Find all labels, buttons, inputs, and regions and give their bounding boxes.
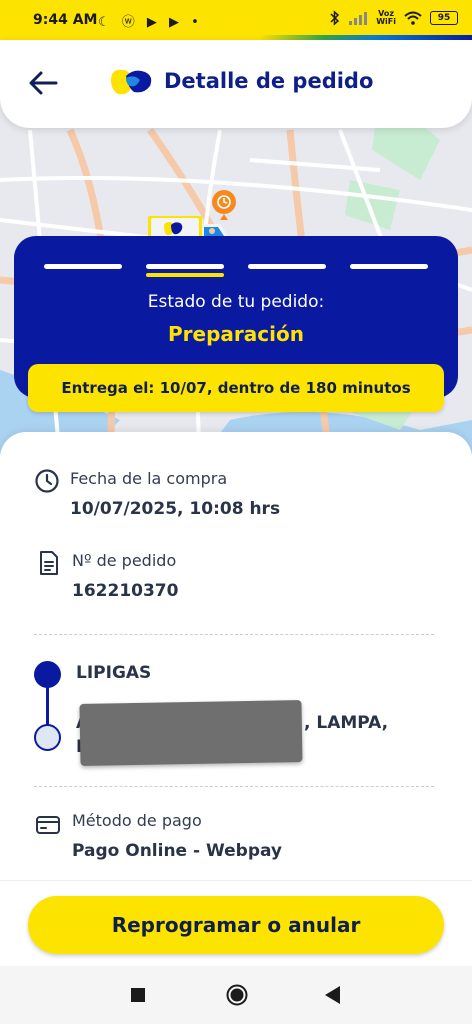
divider-1 [34, 634, 434, 635]
back-nav-icon[interactable] [325, 986, 341, 1004]
origin-dot-icon [34, 661, 61, 688]
divider-2 [34, 786, 434, 787]
signal-icon [349, 12, 368, 25]
lipigas-logo [111, 69, 152, 95]
purchase-date-label: Fecha de la compra [70, 469, 228, 488]
status-bar: 9:44 AM ☾ ⓦ ▶ ▶ • Voz WiFi 95 [0, 0, 472, 40]
status-time: 9:44 AM [33, 12, 98, 28]
destination-address-visible: , LAMPA, [304, 713, 389, 733]
progress-step-3 [248, 264, 326, 269]
progress-step-1 [44, 264, 122, 269]
reschedule-cancel-button[interactable]: Reprogramar o anular [28, 896, 444, 954]
voz-wifi-label: Voz WiFi [376, 10, 396, 26]
order-details-panel: Fecha de la compra 10/07/2025, 10:08 hrs… [0, 432, 472, 882]
notification-icons: ☾ ⓦ ▶ ▶ • [98, 15, 203, 30]
progress-step-4 [350, 264, 428, 269]
bluetooth-icon [330, 10, 340, 26]
clock-icon [35, 469, 59, 493]
wifi-label: WiFi [376, 17, 396, 26]
bottom-action-area: Reprogramar o anular [0, 880, 472, 966]
order-number-label: Nº de pedido [72, 551, 177, 570]
back-arrow-icon[interactable] [26, 66, 60, 100]
page-title: Detalle de pedido [164, 69, 374, 93]
recent-apps-icon[interactable] [131, 988, 145, 1002]
delivery-estimate: Entrega el: 10/07, dentro de 180 minutos [28, 364, 444, 412]
system-nav-bar [0, 966, 472, 1024]
origin-name: LIPIGAS [76, 663, 152, 683]
status-label: Estado de tu pedido: [147, 292, 325, 312]
app-header: Detalle de pedido [0, 40, 472, 128]
redacted-address-block [79, 700, 303, 766]
system-icons: Voz WiFi 95 [330, 10, 458, 26]
progress-steps [44, 264, 428, 277]
route-line [46, 686, 49, 726]
credit-card-icon [36, 816, 60, 834]
wifi-icon [404, 11, 422, 25]
home-icon[interactable] [226, 984, 248, 1006]
active-step-underline [146, 273, 224, 277]
payment-label: Método de pago [72, 811, 202, 830]
purchase-date-value: 10/07/2025, 10:08 hrs [70, 499, 281, 519]
battery-indicator: 95 [430, 11, 458, 25]
document-icon [40, 551, 58, 575]
destination-dot-icon [34, 724, 61, 751]
order-number-value: 162210370 [72, 581, 179, 601]
payment-value: Pago Online - Webpay [72, 841, 283, 861]
progress-step-2-active [146, 264, 224, 269]
status-value: Preparación [168, 322, 304, 346]
